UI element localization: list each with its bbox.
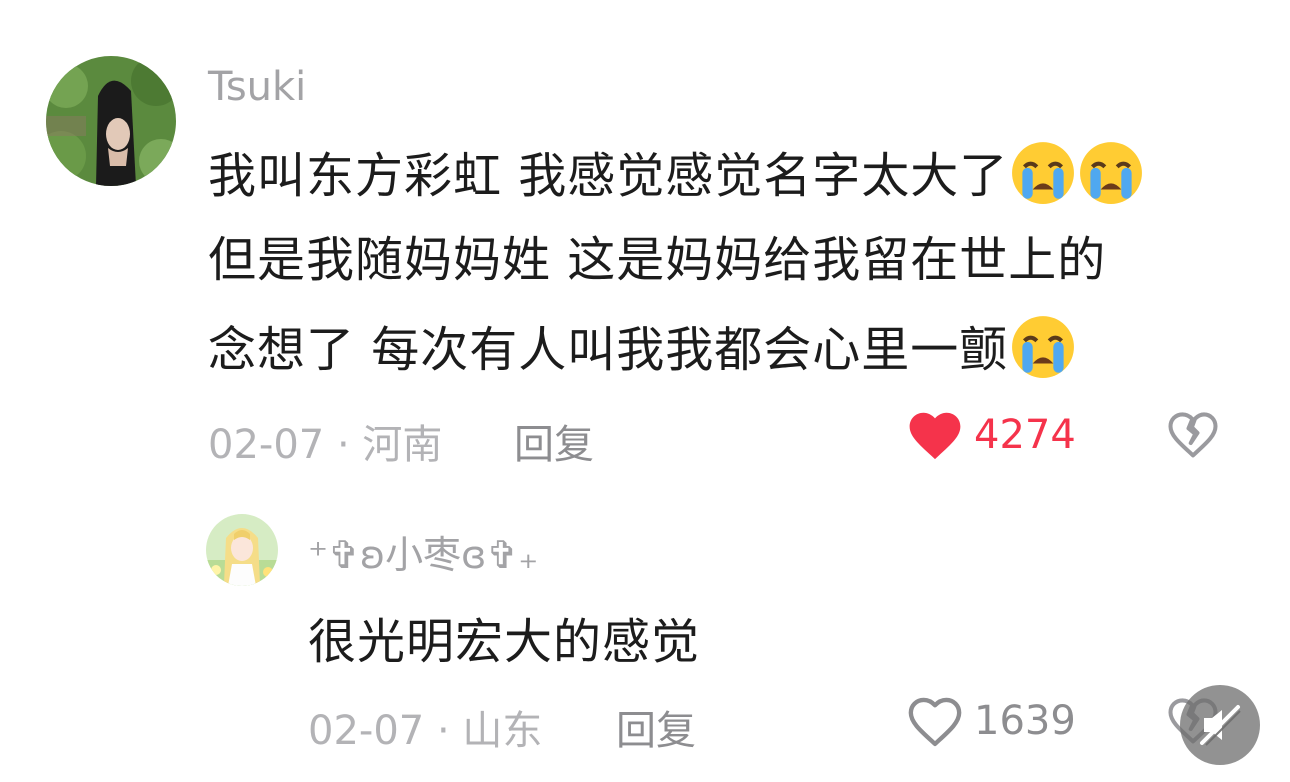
reply-button[interactable]: 回复 [616, 698, 696, 756]
mute-button[interactable] [1180, 685, 1260, 765]
like-count: 4274 [974, 412, 1076, 458]
comment-line-text: 我叫东方彩虹 我感觉感觉名字太大了 [208, 148, 1009, 204]
loudly-crying-face-icon [1012, 142, 1075, 204]
like-button[interactable] [906, 408, 964, 466]
dislike-button[interactable] [1166, 408, 1220, 464]
reply-date: 02-07 [308, 708, 425, 754]
loudly-crying-face-icon [1012, 316, 1075, 378]
reply-username[interactable]: ⁺✞ʚ小枣ɞ✞₊ [308, 524, 538, 579]
comment-text-line-2: 但是我随妈妈姓 这是妈妈给我留在世上的 [208, 228, 1106, 292]
comment-location: 河南 [362, 422, 443, 468]
meta-separator: · [436, 708, 450, 754]
broken-heart-icon [1168, 412, 1218, 458]
heart-outline-icon [908, 697, 962, 747]
comment-text-line-3: 念想了 每次有人叫我我都会心里一颤 [208, 314, 1076, 382]
comment-meta: 02-07 · 河南 [208, 412, 442, 470]
comment-text-line-1: 我叫东方彩虹 我感觉感觉名字太大了 [208, 140, 1144, 208]
reply-meta: 02-07 · 山东 [308, 698, 542, 756]
comment-line-text: 念想了 每次有人叫我我都会心里一颤 [208, 322, 1009, 378]
reply-button[interactable]: 回复 [514, 412, 594, 470]
loudly-crying-face-icon [1080, 142, 1143, 204]
reply-location: 山东 [462, 708, 543, 754]
username[interactable]: Tsuki [208, 64, 306, 110]
mute-speaker-icon [1200, 705, 1241, 746]
comment-line-text: 但是我随妈妈姓 这是妈妈给我留在世上的 [208, 232, 1107, 288]
avatar[interactable] [46, 56, 176, 186]
reply-comment-text: 很光明宏大的感觉 [308, 614, 701, 670]
reply-avatar[interactable] [206, 514, 278, 586]
meta-separator: · [336, 422, 350, 468]
reply-like-button[interactable] [906, 694, 964, 752]
comment-date: 02-07 [208, 422, 325, 468]
heart-filled-icon [909, 412, 961, 460]
reply-like-count: 1639 [974, 698, 1076, 744]
